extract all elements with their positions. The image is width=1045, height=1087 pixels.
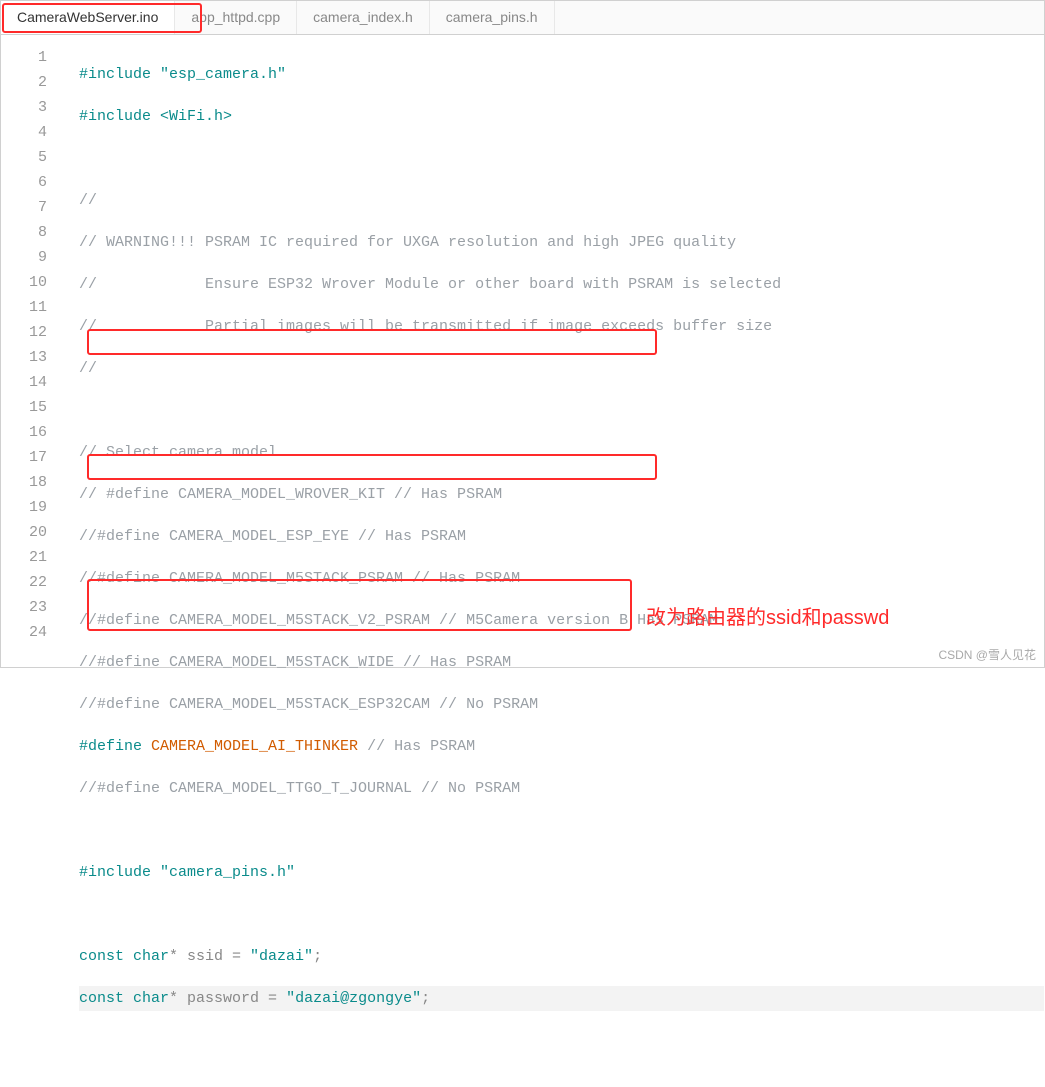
code-line: //#define CAMERA_MODEL_M5STACK_ESP32CAM … (79, 692, 1044, 717)
code-line: // WARNING!!! PSRAM IC required for UXGA… (79, 230, 1044, 255)
line-number: 19 (1, 495, 47, 520)
code-line: #include <WiFi.h> (79, 104, 1044, 129)
line-number: 21 (1, 545, 47, 570)
code-line: //#define CAMERA_MODEL_TTGO_T_JOURNAL //… (79, 776, 1044, 801)
line-number: 4 (1, 120, 47, 145)
code-editor[interactable]: 1 2 3 4 5 6 7 8 9 10 11 12 13 14 15 16 1… (1, 35, 1044, 667)
line-number: 18 (1, 470, 47, 495)
code-line (79, 902, 1044, 927)
code-line (79, 146, 1044, 171)
code-line (79, 398, 1044, 423)
line-number: 6 (1, 170, 47, 195)
code-line: // Ensure ESP32 Wrover Module or other b… (79, 272, 1044, 297)
line-number: 5 (1, 145, 47, 170)
line-number: 13 (1, 345, 47, 370)
code-line: // Partial images will be transmitted if… (79, 314, 1044, 339)
line-number: 15 (1, 395, 47, 420)
line-number: 11 (1, 295, 47, 320)
line-number: 3 (1, 95, 47, 120)
tab-camera-pins[interactable]: camera_pins.h (430, 1, 555, 34)
line-number: 20 (1, 520, 47, 545)
line-number: 10 (1, 270, 47, 295)
line-number: 8 (1, 220, 47, 245)
code-area[interactable]: #include "esp_camera.h" #include <WiFi.h… (61, 35, 1044, 667)
line-number-gutter: 1 2 3 4 5 6 7 8 9 10 11 12 13 14 15 16 1… (1, 35, 61, 667)
code-line: //#define CAMERA_MODEL_M5STACK_PSRAM // … (79, 566, 1044, 591)
code-line: // (79, 188, 1044, 213)
code-line: //#define CAMERA_MODEL_M5STACK_WIDE // H… (79, 650, 1044, 675)
code-line: const char* password = "dazai@zgongye"; (79, 986, 1044, 1011)
line-number: 7 (1, 195, 47, 220)
tab-camera-web-server[interactable]: CameraWebServer.ino (1, 1, 175, 34)
line-number: 2 (1, 70, 47, 95)
line-number: 17 (1, 445, 47, 470)
code-line: // (79, 356, 1044, 381)
line-number: 24 (1, 620, 47, 645)
code-line: //#define CAMERA_MODEL_ESP_EYE // Has PS… (79, 524, 1044, 549)
tab-bar: CameraWebServer.ino app_httpd.cpp camera… (1, 1, 1044, 35)
tab-app-httpd[interactable]: app_httpd.cpp (175, 1, 297, 34)
line-number: 9 (1, 245, 47, 270)
code-line: const char* ssid = "dazai"; (79, 944, 1044, 969)
tab-camera-index[interactable]: camera_index.h (297, 1, 430, 34)
line-number: 14 (1, 370, 47, 395)
line-number: 12 (1, 320, 47, 345)
code-line: //#define CAMERA_MODEL_M5STACK_V2_PSRAM … (79, 608, 1044, 633)
code-line (79, 818, 1044, 843)
line-number: 1 (1, 45, 47, 70)
code-line: // Select camera model (79, 440, 1044, 465)
code-line: // #define CAMERA_MODEL_WROVER_KIT // Ha… (79, 482, 1044, 507)
line-number: 22 (1, 570, 47, 595)
code-line: #include "camera_pins.h" (79, 860, 1044, 885)
line-number: 23 (1, 595, 47, 620)
line-number: 16 (1, 420, 47, 445)
code-line: #define CAMERA_MODEL_AI_THINKER // Has P… (79, 734, 1044, 759)
code-line: #include "esp_camera.h" (79, 62, 1044, 87)
code-line (79, 1028, 1044, 1053)
